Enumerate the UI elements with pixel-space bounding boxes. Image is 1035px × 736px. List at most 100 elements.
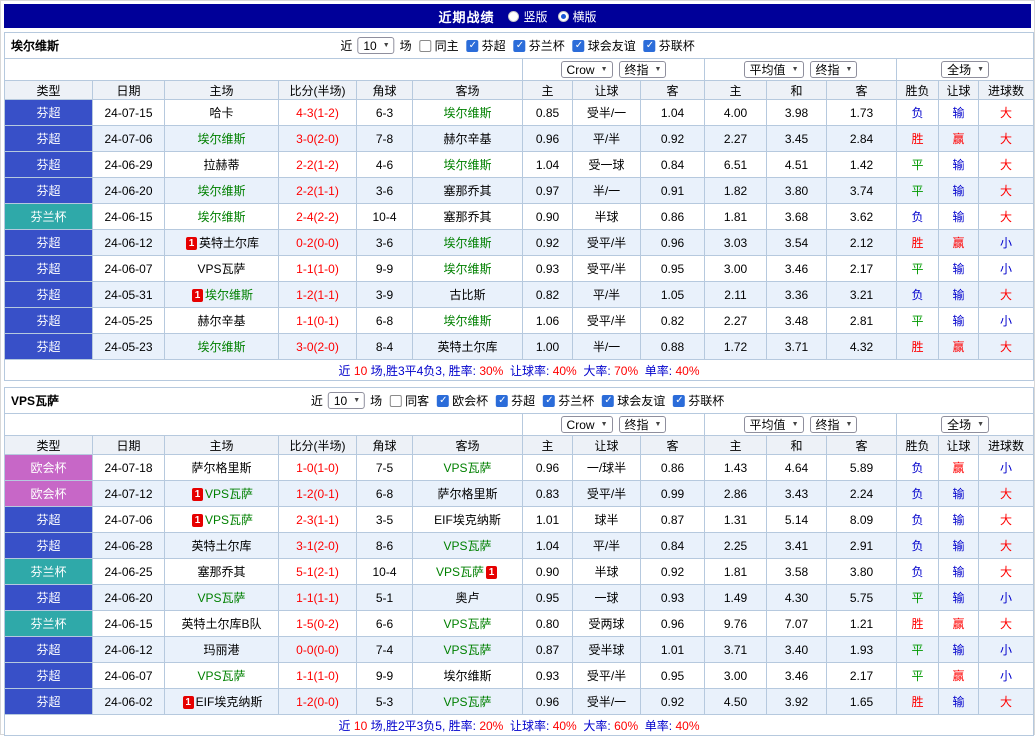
layout-radio-option[interactable]: 竖版 [508, 8, 547, 25]
col-euro-away: 客 [827, 436, 897, 455]
away-team-name: 埃尔维斯 [443, 314, 491, 328]
asian-home-odds-cell: 0.83 [523, 481, 573, 507]
handicap-result-cell: 输 [939, 282, 979, 308]
away-team-name: VPS瓦萨 [443, 461, 491, 475]
filter-checkbox[interactable]: 芬超 [467, 37, 506, 54]
match-row: 芬超 24-06-28 英特土尔库 3-1(2-0) 8-6 VPS瓦萨 1.0… [5, 533, 1034, 559]
chevron-down-icon: ▼ [977, 421, 984, 428]
euro-source-select[interactable]: 平均值▼ [744, 416, 804, 433]
away-team-name: 埃尔维斯 [443, 158, 491, 172]
goals-result-cell: 大 [979, 689, 1034, 715]
goals-result-cell: 小 [979, 256, 1034, 282]
away-team-cell: 英特土尔库 [413, 334, 523, 360]
result-cell: 平 [897, 585, 939, 611]
filter-checkbox[interactable]: 同主 [420, 37, 459, 54]
summary-text-part: 近 [339, 364, 351, 378]
league-type-cell: 芬兰杯 [5, 559, 93, 585]
checkbox-icon [644, 40, 656, 52]
filter-checkbox[interactable]: 芬兰杯 [543, 392, 594, 409]
euro-source-select[interactable]: 平均值▼ [744, 61, 804, 78]
sections-container: 埃尔维斯 近 10▼ 场 [4, 32, 1031, 736]
scope-select[interactable]: 全场▼ [941, 416, 989, 433]
match-row: 芬超 24-05-25 赫尔辛基 1-1(0-1) 6-8 埃尔维斯 1.06 … [5, 308, 1034, 334]
match-row: 芬超 24-06-12 1英特土尔库 0-2(0-0) 3-6 埃尔维斯 0.9… [5, 230, 1034, 256]
odds-final-select[interactable]: 终指▼ [619, 416, 667, 433]
chevron-down-icon: ▼ [383, 42, 390, 49]
match-row: 芬超 24-06-20 埃尔维斯 2-2(1-1) 3-6 塞那乔其 0.97 … [5, 178, 1034, 204]
date-cell: 24-06-20 [93, 178, 165, 204]
away-team-cell: VPS瓦萨 [413, 689, 523, 715]
filter-checkbox[interactable]: 芬联杯 [644, 37, 695, 54]
col-date: 日期 [93, 436, 165, 455]
euro-home-odds-cell: 4.50 [705, 689, 767, 715]
home-team-cell: VPS瓦萨 [165, 256, 279, 282]
col-euro-home: 主 [705, 436, 767, 455]
col-asian-home: 主 [523, 436, 573, 455]
result-cell: 平 [897, 663, 939, 689]
filter-checkbox[interactable]: 芬联杯 [673, 392, 724, 409]
asian-away-odds-cell: 0.84 [641, 533, 705, 559]
home-team-name: 埃尔维斯 [197, 340, 245, 354]
col-handicap-result: 让球 [939, 436, 979, 455]
odds-source-value: Crow [567, 63, 595, 77]
odds-selects-row: Crow▼ 终指▼ 平均值▼ 终指▼ 全场▼ [5, 414, 1034, 436]
league-type-cell: 芬超 [5, 689, 93, 715]
asian-home-odds-cell: 0.92 [523, 230, 573, 256]
handicap-result-cell: 输 [939, 481, 979, 507]
unit-label: 场 [400, 37, 412, 54]
result-cell: 负 [897, 282, 939, 308]
asian-handicap-cell: 受平/半 [573, 230, 641, 256]
checkbox-label: 同客 [405, 392, 429, 409]
odds-final-select[interactable]: 终指▼ [619, 61, 667, 78]
col-goals: 进球数 [979, 81, 1034, 100]
date-cell: 24-06-20 [93, 585, 165, 611]
result-cell: 负 [897, 100, 939, 126]
filter-checkbox[interactable]: 同客 [390, 392, 429, 409]
match-row: 芬超 24-05-23 埃尔维斯 3-0(2-0) 8-4 英特土尔库 1.00… [5, 334, 1034, 360]
date-cell: 24-06-25 [93, 559, 165, 585]
filter-checkbox[interactable]: 欧会杯 [437, 392, 488, 409]
column-header-row: 类型 日期 主场 比分(半场) 角球 客场 主 让球 客 主 和 客 胜负 让球 [5, 436, 1034, 455]
filter-bar: 近 10▼ 场 同主 [340, 37, 697, 54]
goals-result-cell: 小 [979, 230, 1034, 256]
euro-draw-odds-cell: 3.45 [767, 126, 827, 152]
match-row: 芬超 24-07-15 哈卡 4-3(1-2) 6-3 埃尔维斯 0.85 受半… [5, 100, 1034, 126]
corner-cell: 3-9 [357, 282, 413, 308]
result-cell: 负 [897, 507, 939, 533]
filter-checkbox[interactable]: 芬兰杯 [514, 37, 565, 54]
scope-select[interactable]: 全场▼ [941, 61, 989, 78]
score-cell: 3-0(2-0) [279, 126, 357, 152]
asian-away-odds-cell: 0.96 [641, 611, 705, 637]
filter-checkbox[interactable]: 芬超 [496, 392, 535, 409]
goals-result-cell: 大 [979, 481, 1034, 507]
euro-home-odds-cell: 2.11 [705, 282, 767, 308]
section-header-cell: VPS瓦萨 近 10▼ 场 [5, 388, 1034, 414]
filter-checkbox[interactable]: 球会友谊 [573, 37, 636, 54]
asian-away-odds-cell: 0.95 [641, 256, 705, 282]
odds-source-select[interactable]: Crow▼ [561, 61, 613, 78]
handicap-result-cell: 赢 [939, 126, 979, 152]
home-team-cell: 1VPS瓦萨 [165, 481, 279, 507]
euro-final-select[interactable]: 终指▼ [810, 61, 858, 78]
euro-final-select[interactable]: 终指▼ [810, 416, 858, 433]
checkbox-icon [543, 395, 555, 407]
euro-away-odds-cell: 2.17 [827, 663, 897, 689]
goals-result-cell: 小 [979, 455, 1034, 481]
match-count-select[interactable]: 10▼ [357, 37, 394, 54]
match-row: 芬兰杯 24-06-15 埃尔维斯 2-4(2-2) 10-4 塞那乔其 0.9… [5, 204, 1034, 230]
corner-cell: 5-3 [357, 689, 413, 715]
col-type: 类型 [5, 81, 93, 100]
away-team-name: 塞那乔其 [443, 184, 491, 198]
summary-text-part: 大率: [580, 364, 611, 378]
checkbox-icon [390, 395, 402, 407]
red-card-badge: 1 [192, 289, 203, 302]
match-count-select[interactable]: 10▼ [328, 392, 365, 409]
scope-value: 全场 [947, 61, 971, 78]
euro-draw-odds-cell: 4.51 [767, 152, 827, 178]
layout-radio-option[interactable]: 横版 [558, 8, 597, 25]
euro-home-odds-cell: 1.43 [705, 455, 767, 481]
date-cell: 24-06-07 [93, 256, 165, 282]
filter-checkbox[interactable]: 球会友谊 [602, 392, 665, 409]
odds-source-select[interactable]: Crow▼ [561, 416, 613, 433]
asian-away-odds-cell: 0.84 [641, 152, 705, 178]
